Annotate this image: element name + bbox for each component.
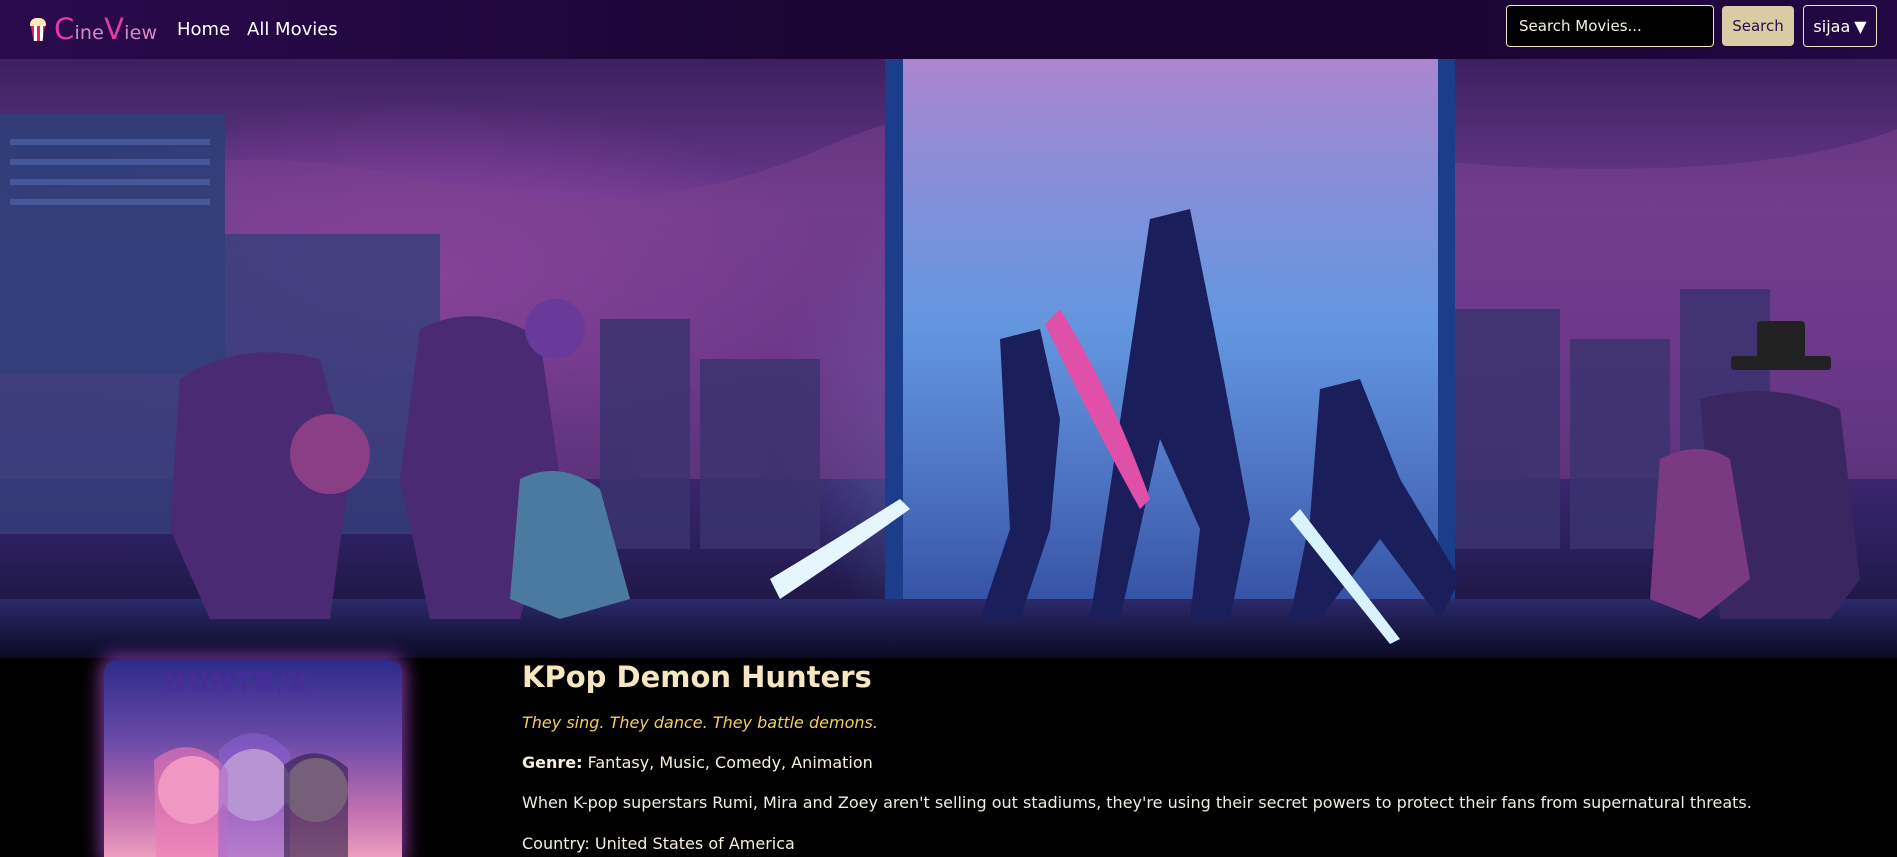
- movie-title: KPop Demon Hunters: [522, 660, 872, 694]
- search-input[interactable]: [1506, 5, 1714, 47]
- chevron-down-icon: ▼: [1854, 16, 1867, 36]
- movie-overview: When K-pop superstars Rumi, Mira and Zoe…: [522, 793, 1752, 812]
- brand-name: CineView: [54, 12, 158, 46]
- nav-link-home[interactable]: Home: [177, 19, 230, 40]
- movie-poster: HUNTR/X: [104, 660, 402, 857]
- top-navbar: CineView Home All Movies Search sijaa ▼: [0, 0, 1897, 59]
- genre-values: Fantasy, Music, Comedy, Animation: [587, 753, 873, 772]
- brand-logo[interactable]: CineView: [30, 12, 157, 46]
- movie-genre: Genre: Fantasy, Music, Comedy, Animation: [522, 753, 873, 772]
- movie-tagline: They sing. They dance. They battle demon…: [522, 713, 878, 732]
- user-menu-button[interactable]: sijaa ▼: [1803, 5, 1877, 47]
- country-label: Country:: [522, 834, 590, 853]
- hero-banner-image: [0, 59, 1897, 658]
- nav-link-all-movies[interactable]: All Movies: [247, 19, 338, 40]
- country-value: United States of America: [594, 834, 795, 853]
- genre-label: Genre:: [522, 753, 583, 772]
- popcorn-icon: [30, 18, 46, 42]
- user-name: sijaa: [1813, 16, 1851, 36]
- search-button[interactable]: Search: [1722, 6, 1794, 46]
- movie-country: Country: United States of America: [522, 834, 795, 853]
